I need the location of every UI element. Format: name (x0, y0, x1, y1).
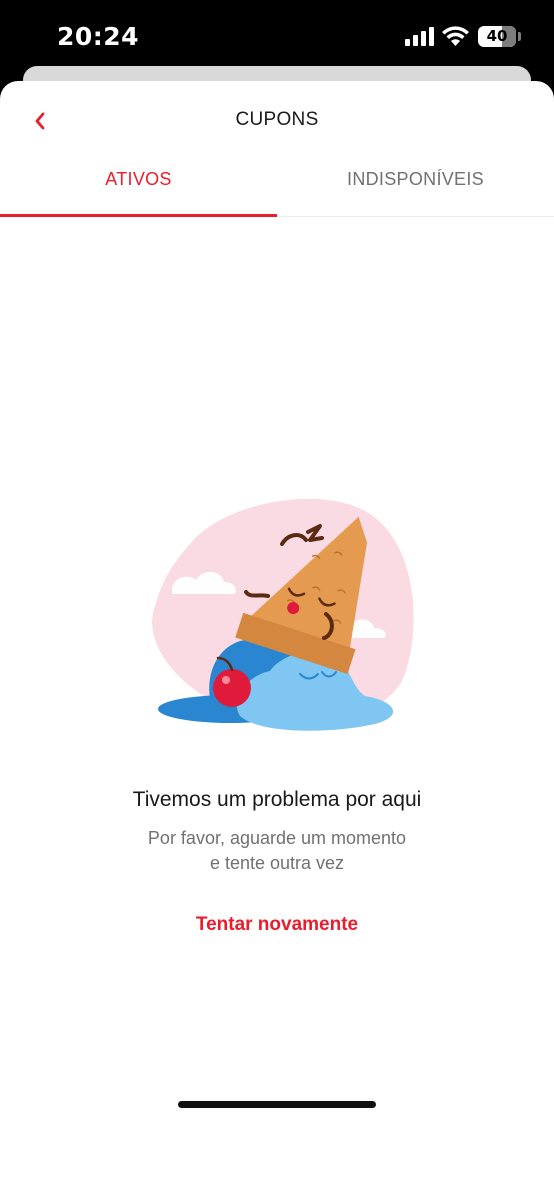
status-bar: 20:24 40 (0, 0, 554, 70)
tab-indisponiveis[interactable]: INDISPONÍVEIS (277, 161, 554, 217)
page-title: CUPONS (235, 109, 319, 130)
battery-icon: 40 (478, 26, 516, 47)
home-indicator (178, 1101, 376, 1108)
error-message-line-1: Por favor, aguarde um momento (147, 828, 407, 848)
error-illustration (152, 498, 414, 731)
error-message-line-2: e tente outra vez (209, 853, 345, 873)
coupons-screen: CUPONS ATIVOS INDISPONÍVEIS Tivemos um p… (0, 81, 554, 1200)
status-time: 20:24 (57, 22, 140, 51)
cellular-signal-icon (405, 27, 435, 46)
active-tab-indicator (0, 214, 277, 217)
tab-bar: ATIVOS INDISPONÍVEIS (0, 161, 554, 217)
header: CUPONS (0, 81, 554, 161)
wifi-icon (442, 26, 469, 46)
error-message: Por favor, aguarde um momento e tente ou… (0, 826, 554, 876)
battery-level: 40 (486, 27, 508, 45)
tab-ativos[interactable]: ATIVOS (0, 161, 277, 217)
retry-button[interactable]: Tentar novamente (177, 914, 377, 936)
error-title: Tivemos um problema por aqui (132, 788, 422, 811)
